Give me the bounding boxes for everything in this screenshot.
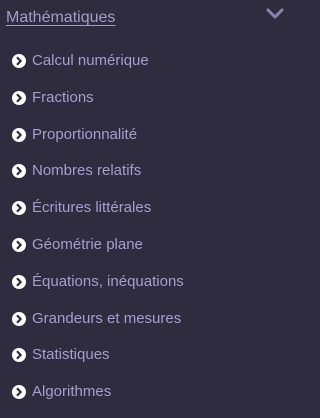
- chevron-down-icon[interactable]: [266, 7, 284, 21]
- chevron-right-circle-icon: [12, 54, 26, 68]
- menu-item-grandeurs-et-mesures[interactable]: Grandeurs et mesures: [0, 301, 295, 338]
- topic-menu: Calcul numérique Fractions Proportionnal…: [0, 43, 295, 411]
- menu-item-proportionnalite[interactable]: Proportionnalité: [0, 117, 295, 154]
- chevron-right-circle-icon: [12, 348, 26, 363]
- menu-item-label[interactable]: Écritures littérales: [32, 199, 151, 217]
- chevron-right-circle-icon: [12, 201, 26, 216]
- menu-item-label[interactable]: Proportionnalité: [32, 126, 137, 144]
- chevron-right-circle-icon: [12, 385, 26, 400]
- menu-item-label[interactable]: Équations, inéquations: [32, 273, 184, 291]
- menu-item-label[interactable]: Calcul numérique: [32, 52, 149, 70]
- menu-item-equations-inequations[interactable]: Équations, inéquations: [0, 264, 295, 301]
- section-header[interactable]: Mathématiques: [0, 0, 295, 36]
- menu-item-fractions[interactable]: Fractions: [0, 80, 295, 117]
- menu-item-label[interactable]: Nombres relatifs: [32, 162, 141, 180]
- chevron-right-circle-icon: [12, 127, 26, 142]
- menu-item-nombres-relatifs[interactable]: Nombres relatifs: [0, 153, 295, 190]
- menu-item-geometrie-plane[interactable]: Géométrie plane: [0, 227, 295, 264]
- chevron-right-circle-icon: [12, 274, 26, 289]
- section-title-link[interactable]: Mathématiques: [6, 8, 115, 28]
- chevron-right-circle-icon: [12, 237, 26, 252]
- menu-item-algorithmes[interactable]: Algorithmes: [0, 374, 295, 411]
- chevron-right-circle-icon: [12, 90, 26, 105]
- menu-item-statistiques[interactable]: Statistiques: [0, 337, 295, 374]
- chevron-right-circle-icon: [12, 164, 26, 179]
- menu-item-ecritures-litterales[interactable]: Écritures littérales: [0, 190, 295, 227]
- menu-item-label[interactable]: Algorithmes: [32, 383, 111, 401]
- menu-item-label[interactable]: Géométrie plane: [32, 236, 143, 254]
- menu-item-calcul-numerique[interactable]: Calcul numérique: [0, 43, 295, 80]
- menu-item-label[interactable]: Fractions: [32, 89, 94, 107]
- menu-item-label[interactable]: Statistiques: [32, 346, 110, 364]
- menu-item-label[interactable]: Grandeurs et mesures: [32, 310, 181, 328]
- chevron-right-circle-icon: [12, 311, 26, 326]
